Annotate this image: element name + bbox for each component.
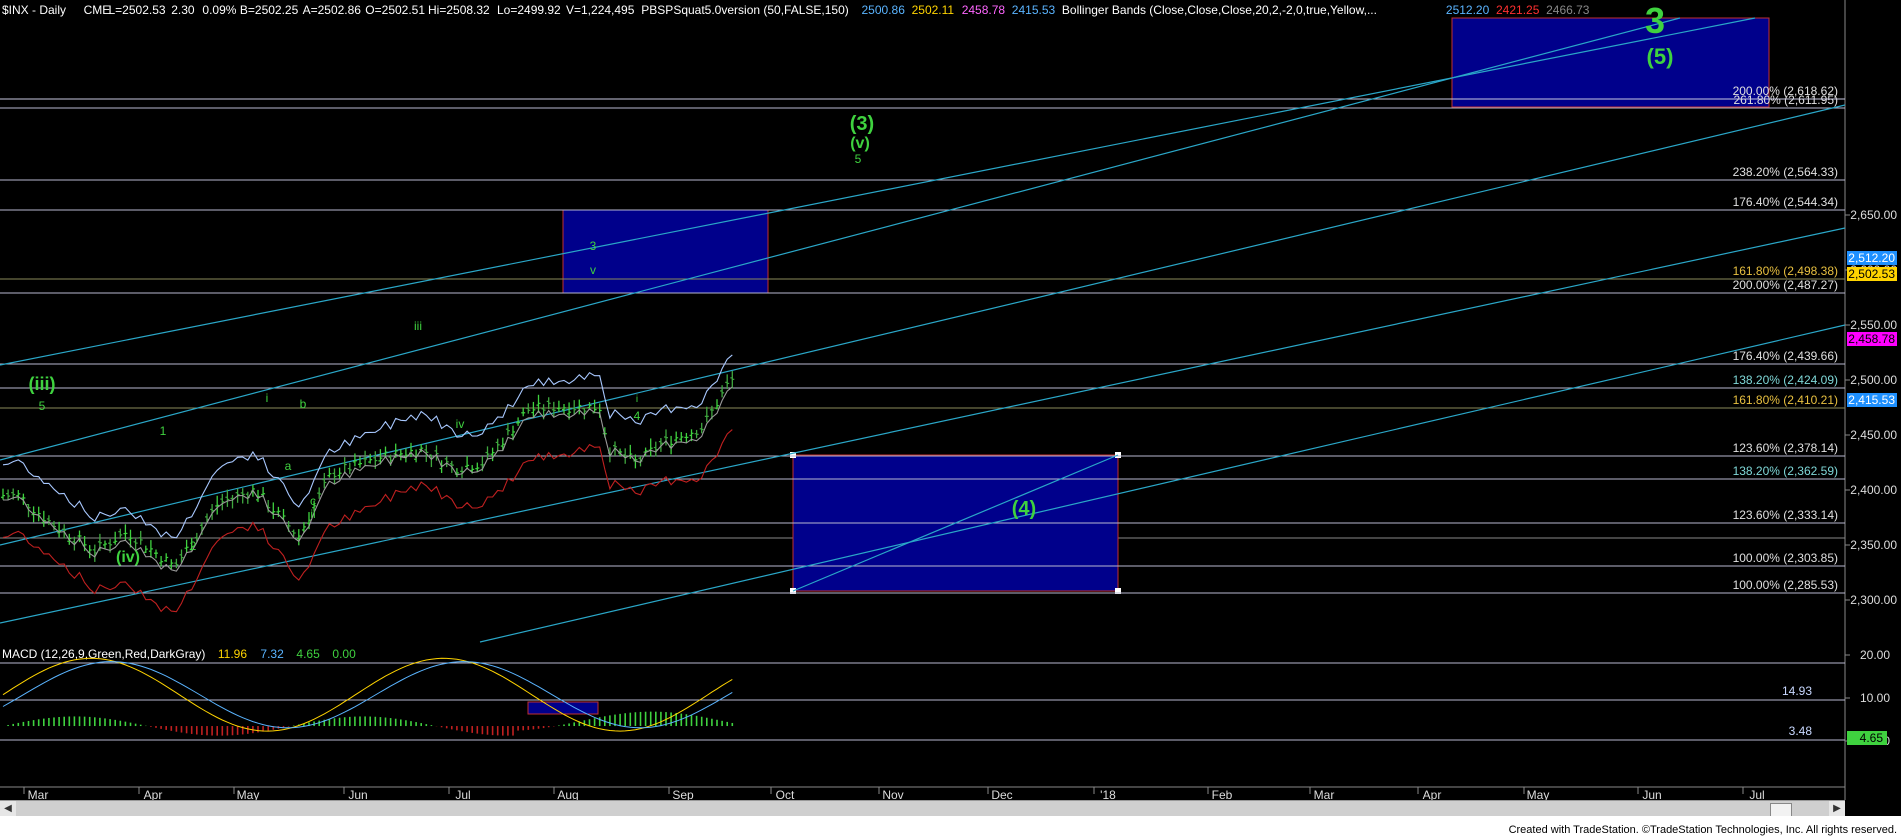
header-change: 2.30 (171, 3, 195, 17)
macd-value: 11.96 (218, 647, 247, 661)
fib-label: 100.00% (2,303.85) (1733, 551, 1838, 565)
wave-label: 3 (1645, 0, 1665, 41)
fib-label: 138.20% (2,424.09) (1733, 373, 1838, 387)
scroll-thumb[interactable] (1770, 803, 1792, 817)
scroll-left-arrow-icon[interactable]: ◀ (0, 801, 16, 817)
macd-box (527, 701, 599, 715)
macd-tick-label: 20.00 (1860, 648, 1890, 662)
header-exchange: CME (84, 3, 111, 17)
price-tick-label: 2,550.00 (1850, 318, 1897, 332)
price-tick-label: 2,450.00 (1850, 428, 1897, 442)
header-low: Lo=2499.92 (497, 3, 561, 17)
header-high: Hi=2508.32 (428, 3, 490, 17)
price-tag-label: 2,415.53 (1848, 393, 1895, 407)
fib-label: 123.60% (2,378.14) (1733, 441, 1838, 455)
macd-level-label: 14.93 (1782, 684, 1812, 698)
header-study1: PBSPSquat5.0version (50,FALSE,150) (641, 3, 848, 17)
macd-tick-label: 10.00 (1860, 691, 1890, 705)
wave-label: 1 (160, 424, 167, 438)
fib-label: 176.40% (2,439.66) (1733, 349, 1838, 363)
price-tick-label: 2,500.00 (1850, 373, 1897, 387)
fib-label: 138.20% (2,362.59) (1733, 464, 1838, 478)
price-tag-label: 2,512.20 (1848, 251, 1895, 265)
price-tick-label: 2,650.00 (1850, 208, 1897, 222)
wave-label: (v) (850, 135, 870, 152)
macd-value: 0.00 (332, 647, 356, 661)
wave-label: (4) (1012, 498, 1036, 520)
header-volume: V=1,224,495 (566, 3, 635, 17)
footer-credit: Created with TradeStation. ©TradeStation… (1508, 824, 1897, 836)
wave-label: 5 (855, 152, 862, 166)
macd-level-label: 3.48 (1789, 724, 1813, 738)
horizontal-scrollbar[interactable]: ◀ ▶ (0, 800, 1845, 817)
wave-label: (iv) (116, 549, 140, 566)
fib-label: 238.20% (2,564.33) (1733, 165, 1838, 179)
wave-label: (iii) (29, 374, 56, 394)
wave-label: a (285, 459, 292, 473)
price-tick-label: 2,400.00 (1850, 483, 1897, 497)
fib-label: 100.00% (2,285.53) (1733, 578, 1838, 592)
header-pct: 0.09% (202, 3, 236, 17)
header-study2: Bollinger Bands (Close,Close,Close,20,2,… (1062, 3, 1377, 17)
wave-label: v (590, 263, 596, 277)
macd-tag-label: 4.65 (1860, 731, 1884, 745)
header-bid: B=2502.25 (240, 3, 299, 17)
wave-label: iv (456, 417, 465, 431)
fib-label: 161.80% (2,410.21) (1733, 393, 1838, 407)
price-tick-label: 2,300.00 (1850, 593, 1897, 607)
scroll-right-arrow-icon[interactable]: ▶ (1829, 801, 1845, 817)
wave-label: 4 (634, 409, 641, 423)
header-last: L=2502.53 (109, 3, 166, 17)
macd-value: 4.65 (296, 647, 320, 661)
price-tag-label: 2,458.78 (1848, 332, 1895, 346)
fib-label: 161.80% (2,498.38) (1733, 264, 1838, 278)
macd-value: 7.32 (260, 647, 284, 661)
header-ask: A=2502.86 (303, 3, 362, 17)
wave-5-target-zone (1451, 17, 1770, 108)
price-tick-label: 2,350.00 (1850, 538, 1897, 552)
header-study2-value: 2466.73 (1546, 3, 1590, 17)
fib-label: 261.80% (2,611.95) (1733, 93, 1838, 107)
fib-label: 176.40% (2,544.34) (1733, 195, 1838, 209)
header-study1-value: 2415.53 (1012, 3, 1056, 17)
wave-label: iii (414, 319, 422, 333)
chart-header: $INX - Daily CMEL=2502.53 2.30 0.09% B=2502.… (2, 3, 1590, 17)
price-tag-label: 2,502.53 (1848, 267, 1895, 281)
wave-label: i (636, 394, 638, 405)
header-study2-value: 2512.20 (1446, 3, 1490, 17)
wave-label: 3 (590, 239, 597, 253)
header-open: O=2502.51 (365, 3, 425, 17)
wave-label: ii (310, 507, 315, 521)
wave-label: 5 (39, 399, 46, 413)
header-study2-value: 2421.25 (1496, 3, 1540, 17)
wave-label: c (310, 494, 316, 508)
header-study1-value: 2500.86 (862, 3, 906, 17)
wave-label: (5) (1647, 44, 1674, 69)
price-chart[interactable]: 200.00% (2,618.62)261.80% (2,611.95)238.… (0, 0, 1901, 838)
fib-label: 200.00% (2,487.27) (1733, 278, 1838, 292)
wave-label: (3) (850, 113, 874, 135)
fib-label: 123.60% (2,333.14) (1733, 508, 1838, 522)
header-study1-value: 2458.78 (962, 3, 1006, 17)
wave-label: i (266, 391, 269, 405)
wave-label: 2 (190, 539, 197, 553)
header-symbol: $INX - Daily (2, 3, 66, 17)
wave-label: b (300, 397, 307, 411)
header-study1-value: 2502.11 (912, 3, 955, 17)
